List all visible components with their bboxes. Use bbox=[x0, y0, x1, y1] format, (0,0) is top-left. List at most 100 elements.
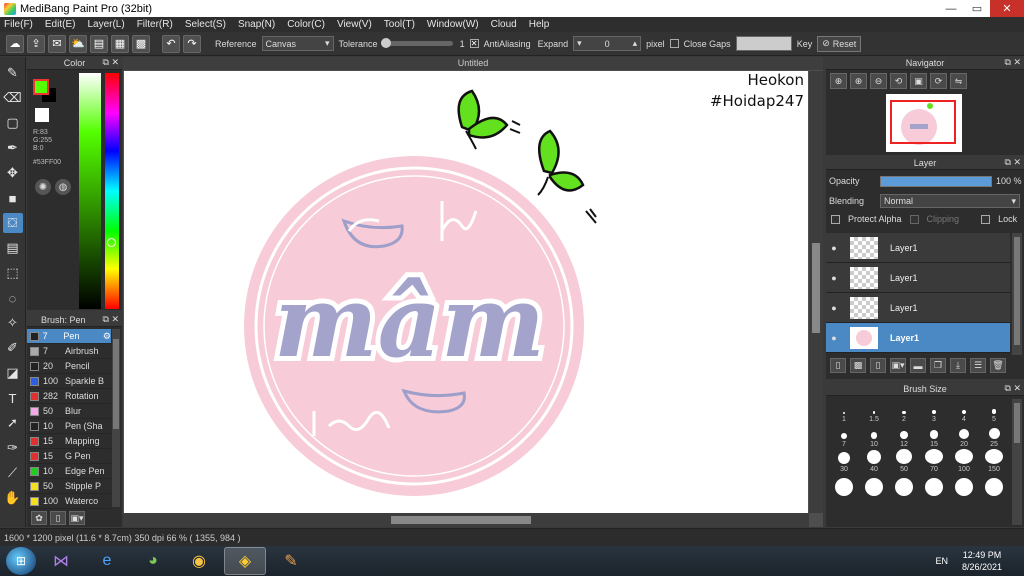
menu-window[interactable]: Window(W) bbox=[427, 19, 479, 30]
viewport-frame[interactable] bbox=[890, 100, 956, 144]
drawing-canvas[interactable]: mâm mâm Heokon #Hoidap247 bbox=[124, 71, 808, 513]
visual-studio-icon[interactable]: ⋈ bbox=[40, 547, 82, 575]
canvas-vertical-scrollbar[interactable] bbox=[809, 71, 823, 513]
visibility-icon[interactable]: ● bbox=[826, 303, 842, 313]
brush-size-scrollbar[interactable] bbox=[1012, 399, 1022, 525]
minimize-button[interactable]: — bbox=[938, 0, 964, 17]
brush-item[interactable]: 282 Rotation bbox=[27, 389, 111, 404]
panel-float-close-icon[interactable]: ⧉ ✕ bbox=[1005, 383, 1021, 394]
menu-help[interactable]: Help bbox=[529, 19, 550, 30]
layer-menu-icon[interactable]: ☰ bbox=[970, 358, 986, 373]
hue-marker[interactable] bbox=[107, 238, 116, 247]
brush-size-option[interactable]: 10 bbox=[859, 424, 889, 449]
redo-icon[interactable]: ↷ bbox=[183, 34, 201, 53]
brush-size-option[interactable]: 1.5 bbox=[859, 399, 889, 424]
scroll-thumb[interactable] bbox=[1014, 403, 1020, 443]
halftone-layer-icon[interactable]: ▣▾ bbox=[890, 358, 906, 373]
rotate-left-icon[interactable]: ⟲ bbox=[890, 73, 907, 89]
brush-size-option[interactable]: 20 bbox=[949, 424, 979, 449]
color-wheel-icon[interactable]: ◍ bbox=[55, 179, 71, 195]
divide-tool-icon[interactable]: ⟋ bbox=[3, 463, 23, 483]
visibility-icon[interactable]: ● bbox=[826, 243, 842, 253]
scroll-thumb[interactable] bbox=[812, 243, 820, 333]
reset-button[interactable]: ⊘ Reset bbox=[817, 35, 862, 52]
menu-layer[interactable]: Layer(L) bbox=[87, 19, 124, 30]
layer-list-scrollbar[interactable] bbox=[1012, 233, 1022, 355]
brush-size-option[interactable] bbox=[829, 474, 859, 499]
gradient-tool-icon[interactable]: ▤ bbox=[3, 238, 23, 258]
brush-size-option[interactable]: 15 bbox=[919, 424, 949, 449]
add-brush-icon[interactable]: ✿ bbox=[31, 511, 47, 525]
share-icon[interactable]: ⇪ bbox=[27, 34, 45, 53]
protect-alpha-checkbox[interactable] bbox=[831, 214, 840, 224]
menu-view[interactable]: View(V) bbox=[337, 19, 372, 30]
comment-icon[interactable]: ✉ bbox=[48, 34, 66, 53]
eyedropper-icon[interactable]: ✑ bbox=[3, 438, 23, 458]
cloud-save-icon[interactable]: ⛅ bbox=[69, 34, 87, 53]
palette-icon[interactable]: ✺ bbox=[35, 179, 51, 195]
close-gaps-select[interactable] bbox=[735, 36, 792, 51]
brush-size-option[interactable]: 5 bbox=[979, 399, 1009, 424]
layer-row[interactable]: ● Layer1 bbox=[826, 263, 1010, 293]
panel-float-close-icon[interactable]: ⧉ ✕ bbox=[1005, 57, 1021, 68]
delete-layer-icon[interactable]: 🗑 bbox=[990, 358, 1006, 373]
select-pen-icon[interactable]: ✐ bbox=[3, 338, 23, 358]
brush-size-option[interactable]: 12 bbox=[889, 424, 919, 449]
brush-size-option[interactable]: 50 bbox=[889, 449, 919, 474]
brush-item[interactable]: 100 Sparkle B bbox=[27, 374, 111, 389]
new-8bit-layer-icon[interactable]: ▩ bbox=[850, 358, 866, 373]
brush-item[interactable]: 7 Airbrush bbox=[27, 344, 111, 359]
antialiasing-checkbox[interactable]: ✕ bbox=[469, 39, 479, 48]
folder-icon[interactable]: ▬ bbox=[910, 358, 926, 373]
canvas-horizontal-scrollbar[interactable] bbox=[123, 513, 809, 527]
brush-size-option[interactable]: 70 bbox=[919, 449, 949, 474]
brush-size-option[interactable]: 25 bbox=[979, 424, 1009, 449]
brush-item[interactable]: 50 Blur bbox=[27, 404, 111, 419]
scroll-thumb[interactable] bbox=[1014, 237, 1020, 345]
navigator-thumbnail[interactable] bbox=[886, 94, 962, 152]
fit-screen-icon[interactable]: ▣ bbox=[910, 73, 927, 89]
canvas-tab[interactable]: Untitled bbox=[123, 57, 823, 70]
menu-filter[interactable]: Filter(R) bbox=[137, 19, 173, 30]
foreground-color-swatch[interactable] bbox=[33, 79, 49, 95]
gear-icon[interactable]: ⚙ bbox=[103, 331, 111, 342]
visibility-icon[interactable]: ● bbox=[826, 333, 842, 343]
transparent-color-swatch[interactable] bbox=[35, 108, 49, 122]
merge-layer-icon[interactable]: ⤓ bbox=[950, 358, 966, 373]
menu-snap[interactable]: Snap(N) bbox=[238, 19, 275, 30]
move-tool-icon[interactable]: ✥ bbox=[3, 163, 23, 183]
brush-size-option[interactable]: 40 bbox=[859, 449, 889, 474]
eraser-tool-icon[interactable]: ⌫ bbox=[3, 88, 23, 108]
brush-tool-icon[interactable]: ✎ bbox=[3, 63, 23, 83]
saturation-value-bar[interactable] bbox=[79, 73, 101, 309]
magic-wand-icon[interactable]: ✧ bbox=[3, 313, 23, 333]
brush-size-option[interactable]: 1 bbox=[829, 399, 859, 424]
menu-cloud[interactable]: Cloud bbox=[491, 19, 517, 30]
reference-select[interactable]: Canvas ▾ bbox=[261, 36, 334, 51]
zoom-fit-icon[interactable]: ⊕ bbox=[830, 73, 847, 89]
scroll-thumb[interactable] bbox=[391, 516, 531, 524]
layer-row[interactable]: ● Layer1 bbox=[826, 233, 1010, 263]
brush-menu-icon[interactable]: ▣▾ bbox=[69, 511, 85, 525]
brush-item[interactable]: 50 Stipple P bbox=[27, 479, 111, 494]
chrome-icon[interactable]: ◉ bbox=[178, 547, 220, 575]
brush-item[interactable]: 15 G Pen bbox=[27, 449, 111, 464]
zoom-in-icon[interactable]: ⊕ bbox=[850, 73, 867, 89]
dot-tool-icon[interactable]: ▢ bbox=[3, 113, 23, 133]
brush-size-option[interactable]: 30 bbox=[829, 449, 859, 474]
brush-size-option[interactable]: 2 bbox=[889, 399, 919, 424]
brush-list-scrollbar[interactable] bbox=[112, 329, 120, 507]
fill-rect-tool-icon[interactable]: ■ bbox=[3, 188, 23, 208]
text-tool-icon[interactable]: T bbox=[3, 388, 23, 408]
medibang-taskbar-icon[interactable]: ◈ bbox=[224, 547, 266, 575]
brush-item-selected[interactable]: 7 Pen ⚙ bbox=[27, 329, 111, 344]
scroll-thumb[interactable] bbox=[113, 339, 119, 429]
close-button[interactable]: ✕ bbox=[990, 0, 1024, 17]
layer-row[interactable]: ● Layer1 bbox=[826, 293, 1010, 323]
slider-knob[interactable] bbox=[380, 38, 391, 48]
duplicate-layer-icon[interactable]: ❐ bbox=[930, 358, 946, 373]
clipping-checkbox[interactable] bbox=[909, 214, 919, 224]
menu-select[interactable]: Select(S) bbox=[185, 19, 226, 30]
brush-item[interactable]: 100 Waterco bbox=[27, 494, 111, 509]
internet-explorer-icon[interactable]: e bbox=[86, 547, 128, 575]
